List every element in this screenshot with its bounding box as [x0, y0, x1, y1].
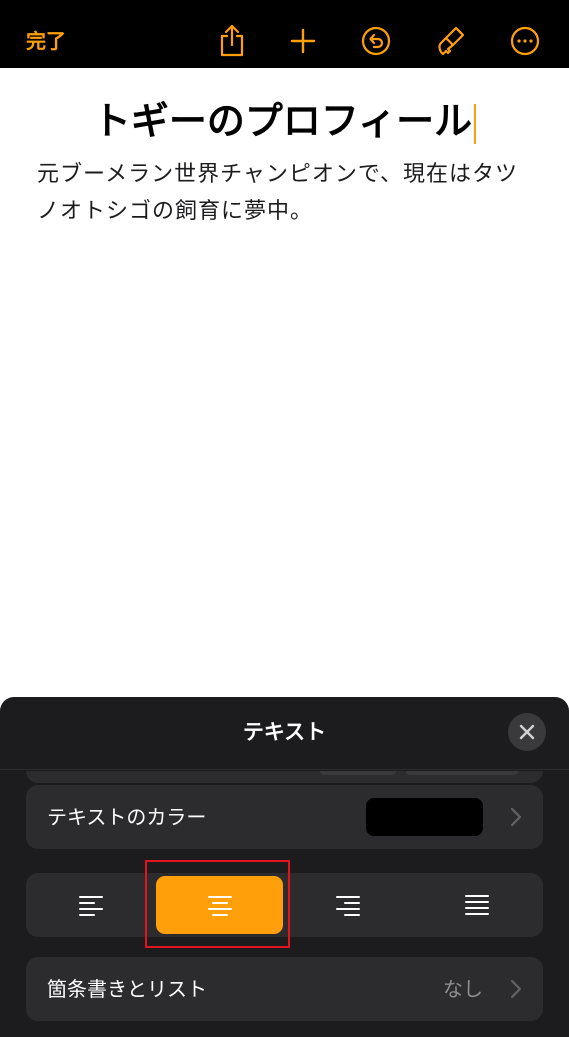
scrolled-row-remnant — [26, 771, 543, 783]
justify-icon — [464, 895, 489, 915]
document-title[interactable]: トギーのプロフィール — [0, 94, 569, 148]
selection-highlight-box — [145, 860, 290, 948]
more-icon[interactable] — [510, 24, 540, 58]
text-color-label: テキストのカラー — [47, 805, 207, 829]
close-button[interactable] — [508, 713, 546, 751]
text-color-row[interactable]: テキストのカラー — [26, 785, 543, 849]
share-icon[interactable] — [217, 24, 247, 58]
undo-icon[interactable] — [361, 24, 391, 58]
done-button[interactable]: 完了 — [26, 28, 66, 54]
add-icon[interactable] — [288, 24, 318, 58]
align-left-icon — [79, 896, 103, 916]
panel-title: テキスト — [242, 720, 327, 744]
bullets-lists-label: 箇条書きとリスト — [47, 977, 207, 1001]
justify-button[interactable] — [413, 876, 540, 934]
align-left-button[interactable] — [29, 876, 153, 934]
top-toolbar: 完了 — [0, 0, 569, 68]
panel-divider — [0, 769, 569, 770]
document-body[interactable]: 元ブーメラン世界チャンピオンで、現在はタツノオトシゴの飼育に夢中。 — [37, 156, 537, 230]
text-cursor — [474, 103, 477, 144]
format-brush-icon[interactable] — [436, 24, 466, 58]
align-right-button[interactable] — [286, 876, 410, 934]
text-color-swatch[interactable] — [366, 798, 483, 836]
bullets-lists-value: なし — [443, 977, 483, 1001]
chevron-right-icon — [510, 979, 522, 999]
chevron-right-icon — [510, 807, 522, 827]
title-text: トギーのプロフィール — [92, 99, 473, 143]
bullets-lists-row[interactable]: 箇条書きとリスト なし — [26, 957, 543, 1021]
align-right-icon — [336, 896, 360, 916]
close-icon — [519, 724, 535, 740]
